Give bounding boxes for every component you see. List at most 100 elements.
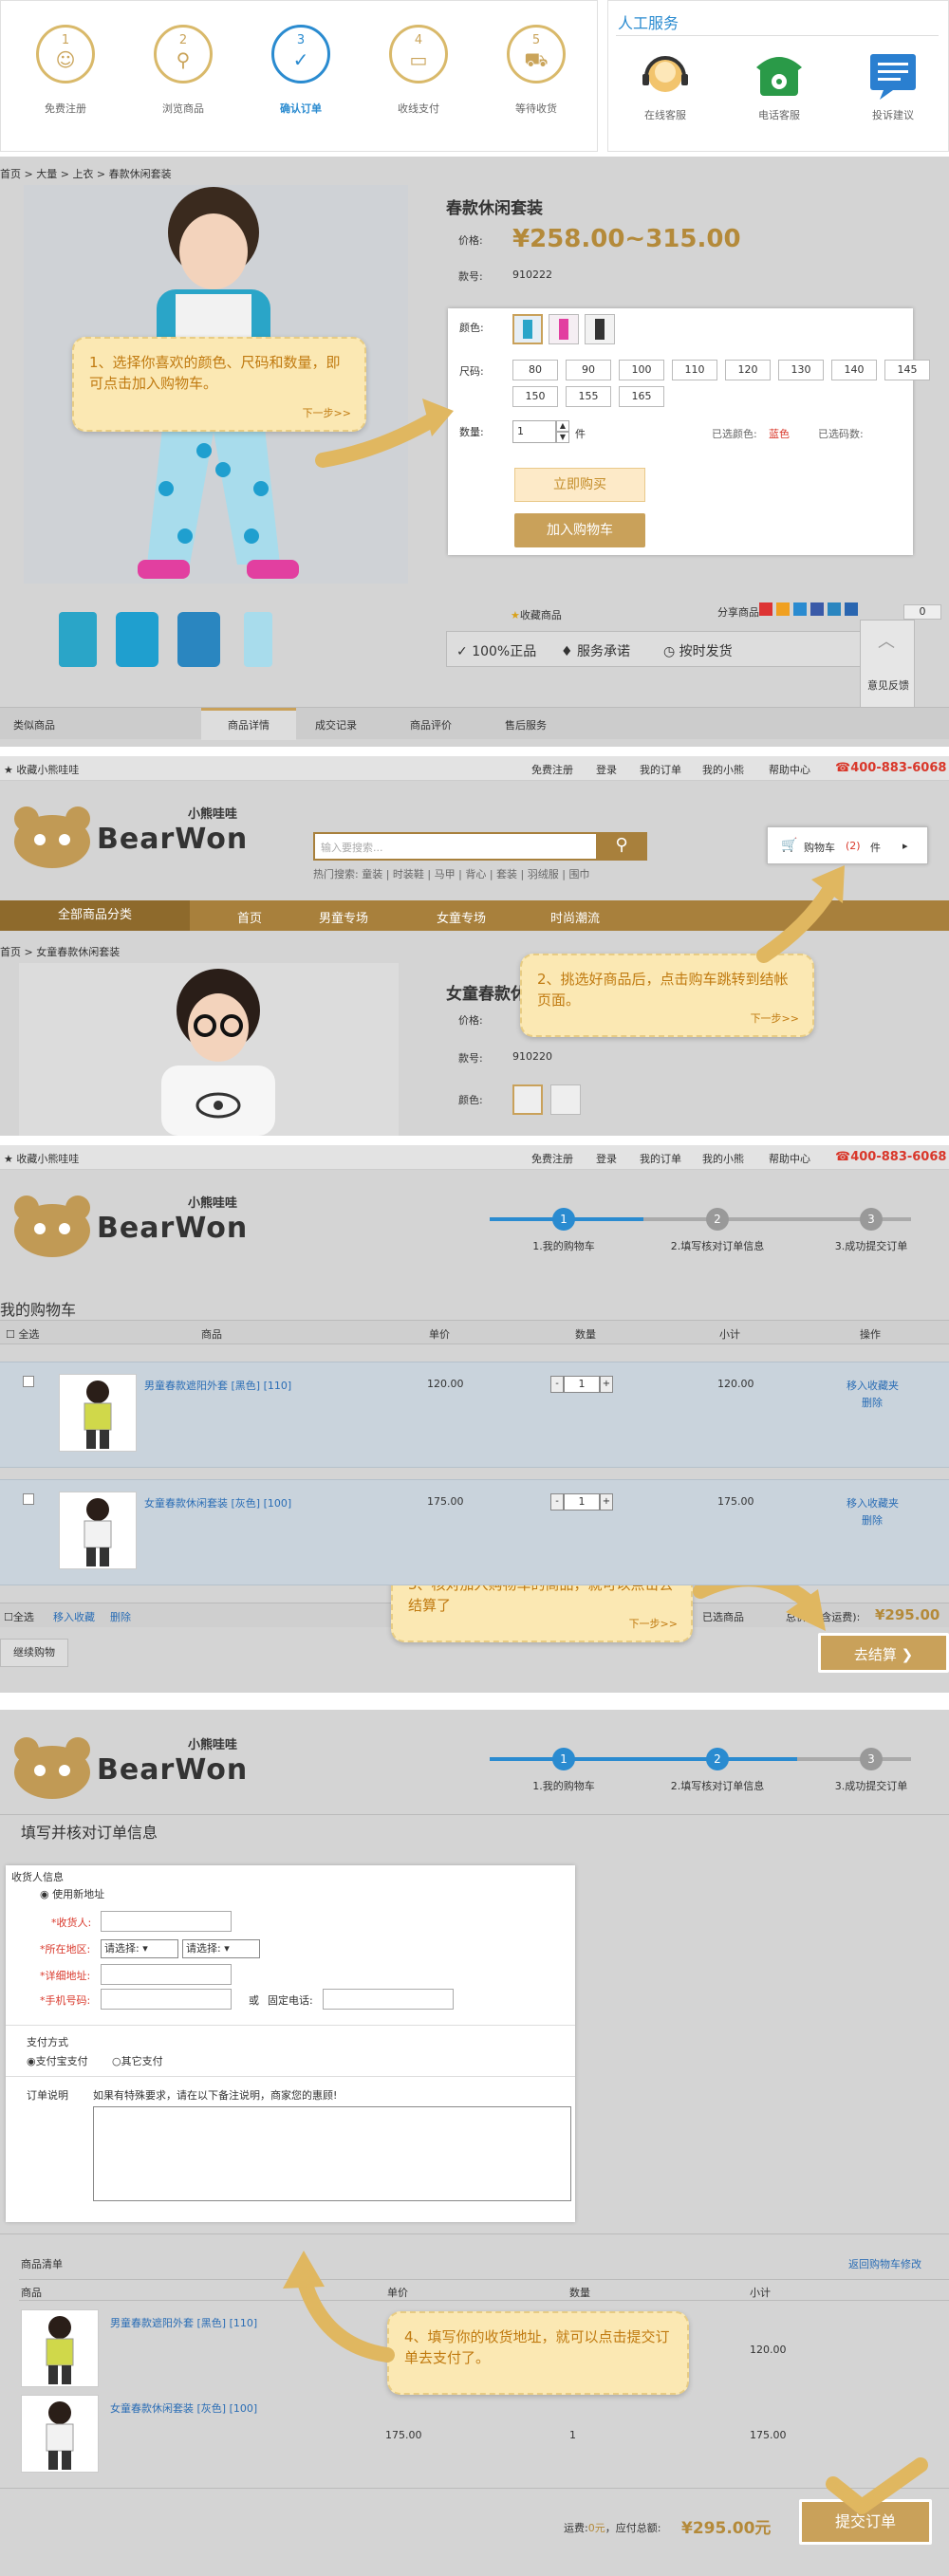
share-kaixin-icon[interactable]: [828, 602, 841, 616]
tel-input[interactable]: [323, 1989, 454, 2010]
pay-other-radio[interactable]: ○其它支付: [112, 2053, 163, 2068]
logo-3[interactable]: 小熊哇哇 BearWon: [9, 1193, 247, 1259]
color-swatch-black[interactable]: [585, 314, 615, 344]
logo-2[interactable]: 小熊哇哇 BearWon: [9, 804, 247, 870]
qty-minus-button[interactable]: -: [550, 1376, 564, 1393]
row-checkbox[interactable]: [23, 1376, 34, 1387]
row-qty-input[interactable]: 1: [564, 1376, 600, 1393]
size-option-120[interactable]: 120: [725, 360, 771, 380]
city-select[interactable]: 请选择: ▾: [182, 1939, 260, 1958]
hot-5[interactable]: 套装: [496, 868, 517, 880]
thumb-3[interactable]: [177, 612, 220, 667]
qty-plus-button[interactable]: +: [600, 1493, 613, 1510]
chevron-up-icon[interactable]: ︿: [878, 628, 895, 653]
search-input[interactable]: 输入要搜索...: [321, 840, 383, 855]
topbar-orders-2[interactable]: 我的订单: [640, 762, 681, 777]
buy-now-button[interactable]: 立即购买: [514, 468, 645, 502]
topbar-login-2[interactable]: 登录: [596, 762, 617, 777]
share-weibo-icon[interactable]: [759, 602, 772, 616]
topbar-register-3[interactable]: 免费注册: [531, 1151, 573, 1166]
footer-select-all[interactable]: ☐全选: [4, 1609, 34, 1624]
topbar-help-3[interactable]: 帮助中心: [769, 1151, 810, 1166]
mobile-input[interactable]: [101, 1989, 232, 2010]
pay-alipay-radio[interactable]: ◉支付宝支付: [27, 2053, 88, 2068]
size-option-110[interactable]: 110: [672, 360, 717, 380]
back-to-cart-link[interactable]: 返回购物车修改: [848, 2256, 921, 2271]
size-option-90[interactable]: 90: [566, 360, 611, 380]
hot-1[interactable]: 童装: [362, 868, 382, 880]
remark-textarea[interactable]: [93, 2106, 571, 2201]
topbar-register-2[interactable]: 免费注册: [531, 762, 573, 777]
service-online-label[interactable]: 在线客服: [631, 107, 699, 122]
size-option-145[interactable]: 145: [884, 360, 930, 380]
crumb-cat[interactable]: 大量: [36, 168, 57, 180]
topbar-help-2[interactable]: 帮助中心: [769, 762, 810, 777]
qty-down-button[interactable]: ▼: [556, 432, 569, 443]
qty-minus-button[interactable]: -: [550, 1493, 564, 1510]
nav-girls[interactable]: 女童专场: [437, 908, 486, 926]
size-option-140[interactable]: 140: [831, 360, 877, 380]
tab-details[interactable]: 商品详情: [201, 708, 296, 740]
topbar-mine-3[interactable]: 我的小熊: [702, 1151, 744, 1166]
name-input[interactable]: [101, 1911, 232, 1932]
row-qty-input[interactable]: 1: [564, 1493, 600, 1510]
crumb-home[interactable]: 首页: [0, 168, 21, 180]
nav-all-categories[interactable]: 全部商品分类: [0, 900, 190, 931]
favorite-link[interactable]: ★收藏商品: [511, 607, 562, 622]
size-option-155[interactable]: 155: [566, 386, 611, 407]
hot-2[interactable]: 时装鞋: [393, 868, 424, 880]
row-product-name[interactable]: 男童春款遮阳外套 [黑色] [110]: [144, 1378, 291, 1393]
service-phone-label[interactable]: 电话客服: [745, 107, 813, 122]
order-item-name[interactable]: 女童春款休闲套装 [灰色] [100]: [110, 2400, 257, 2416]
color-swatch-pink[interactable]: [549, 314, 579, 344]
tab-records[interactable]: 成交记录: [315, 717, 357, 732]
size-option-130[interactable]: 130: [778, 360, 824, 380]
checkout-button[interactable]: 去结算 ❯: [818, 1633, 949, 1673]
hot-4[interactable]: 背心: [465, 868, 486, 880]
tab-aftersale[interactable]: 售后服务: [505, 717, 547, 732]
order-item-image[interactable]: [21, 2395, 99, 2473]
feedback-label[interactable]: 意见反馈: [863, 677, 914, 693]
hot-6[interactable]: 羽绒服: [528, 868, 559, 880]
crumb-sub[interactable]: 上衣: [72, 168, 93, 180]
hot-7[interactable]: 围巾: [568, 868, 589, 880]
select-all-checkbox[interactable]: ☐ 全选: [6, 1326, 39, 1342]
hot-3[interactable]: 马甲: [435, 868, 456, 880]
color-swatch-blue[interactable]: [512, 314, 543, 344]
complaint-icon[interactable]: [865, 48, 921, 101]
footer-move-fav[interactable]: 移入收藏: [53, 1609, 95, 1624]
continue-shopping-button[interactable]: 继续购物: [0, 1639, 68, 1667]
qty-input[interactable]: 1: [512, 420, 556, 443]
size-option-100[interactable]: 100: [619, 360, 664, 380]
phone-service-icon[interactable]: [751, 46, 808, 102]
row-product-image[interactable]: [59, 1492, 137, 1569]
thumb-2[interactable]: [116, 612, 158, 667]
row-product-name[interactable]: 女童春款休闲套装 [灰色] [100]: [144, 1495, 291, 1510]
topbar-fav-2[interactable]: ★ 收藏小熊哇哇: [4, 762, 79, 777]
size-option-150[interactable]: 150: [512, 386, 558, 407]
order-item-image[interactable]: [21, 2309, 99, 2387]
thumb-1[interactable]: [59, 612, 97, 667]
search-button[interactable]: ⚲: [596, 832, 647, 861]
address-input[interactable]: [101, 1964, 232, 1985]
qty-up-button[interactable]: ▲: [556, 420, 569, 432]
service-complaint-label[interactable]: 投诉建议: [859, 107, 927, 122]
topbar-fav-3[interactable]: ★ 收藏小熊哇哇: [4, 1151, 79, 1166]
size-option-165[interactable]: 165: [619, 386, 664, 407]
cart-button[interactable]: 🛒 购物车 (2) 件 ▸: [767, 826, 928, 864]
share-qzone-icon[interactable]: [776, 602, 790, 616]
use-new-address-radio[interactable]: ◉ 使用新地址: [40, 1886, 104, 1901]
nav-boys[interactable]: 男童专场: [319, 908, 368, 926]
row-delete[interactable]: 删除: [862, 1395, 883, 1410]
online-service-icon[interactable]: [637, 48, 694, 101]
size-option-80[interactable]: 80: [512, 360, 558, 380]
order-item-name[interactable]: 男童春款遮阳外套 [黑色] [110]: [110, 2315, 257, 2330]
nav-home[interactable]: 首页: [237, 908, 262, 926]
row-checkbox[interactable]: [23, 1493, 34, 1505]
add-to-cart-button[interactable]: 加入购物车: [514, 513, 645, 547]
share-qq-icon[interactable]: [793, 602, 807, 616]
color2-swatch-2[interactable]: [550, 1084, 581, 1115]
share-more-icon[interactable]: [845, 602, 858, 616]
color2-swatch-1[interactable]: [512, 1084, 543, 1115]
topbar-mine-2[interactable]: 我的小熊: [702, 762, 744, 777]
